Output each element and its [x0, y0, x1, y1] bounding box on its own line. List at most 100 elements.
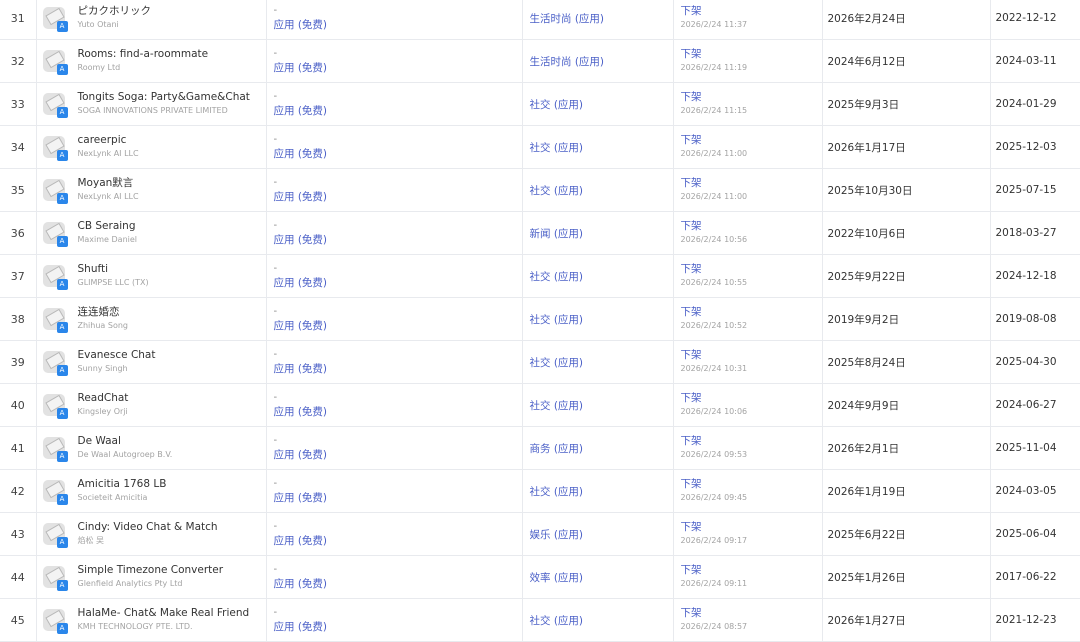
app-name-link[interactable]: ReadChat [78, 391, 129, 405]
category-link[interactable]: 效率 (应用) [523, 570, 673, 585]
status-link[interactable]: 下架 [681, 4, 822, 18]
app-cell[interactable]: A HalaMe- Chat& Make Real Friend KMH TEC… [36, 599, 266, 642]
category-link[interactable]: 社交 (应用) [523, 183, 673, 198]
app-name-link[interactable]: Simple Timezone Converter [78, 563, 224, 577]
status-link[interactable]: 下架 [681, 305, 822, 319]
updated-date: 2025-04-30 [991, 356, 1080, 368]
price-link[interactable]: 应用 (免费) [274, 147, 522, 161]
status-time: 2026/2/24 09:45 [681, 491, 822, 505]
app-cell[interactable]: A De Waal De Waal Autogroep B.V. [36, 427, 266, 470]
app-name-link[interactable]: ピカクホリック [78, 4, 152, 18]
updated-date: 2024-12-18 [991, 270, 1080, 282]
developer-name: Zhihua Song [78, 319, 128, 333]
price-link[interactable]: 应用 (免费) [274, 61, 522, 75]
category-link[interactable]: 社交 (应用) [523, 312, 673, 327]
app-cell[interactable]: A careerpic NexLynk AI LLC [36, 126, 266, 169]
price-link[interactable]: 应用 (免费) [274, 319, 522, 333]
status-link[interactable]: 下架 [681, 176, 822, 190]
category-link[interactable]: 社交 (应用) [523, 97, 673, 112]
rank: 38 [11, 313, 25, 326]
price-link[interactable]: 应用 (免费) [274, 620, 522, 634]
status-link[interactable]: 下架 [681, 391, 822, 405]
status-link[interactable]: 下架 [681, 133, 822, 147]
category-link[interactable]: 社交 (应用) [523, 613, 673, 628]
status-link[interactable]: 下架 [681, 47, 822, 61]
app-store-icon: A [57, 623, 68, 634]
status-link[interactable]: 下架 [681, 606, 822, 620]
app-name-link[interactable]: careerpic [78, 133, 139, 147]
app-cell[interactable]: A CB Seraing Maxime Daniel [36, 212, 266, 255]
category-cell: 娱乐 (应用) [522, 513, 673, 556]
app-name-link[interactable]: Amicitia 1768 LB [78, 477, 167, 491]
app-store-icon: A [57, 494, 68, 505]
status-link[interactable]: 下架 [681, 219, 822, 233]
category-link[interactable]: 商务 (应用) [523, 441, 673, 456]
price-link[interactable]: 应用 (免费) [274, 448, 522, 462]
category-link[interactable]: 社交 (应用) [523, 398, 673, 413]
category-link[interactable]: 社交 (应用) [523, 355, 673, 370]
price-link[interactable]: 应用 (免费) [274, 18, 522, 32]
app-cell[interactable]: A Simple Timezone Converter Glenfield An… [36, 556, 266, 599]
app-store-icon: A [57, 193, 68, 204]
price-link[interactable]: 应用 (免费) [274, 276, 522, 290]
app-name-link[interactable]: CB Seraing [78, 219, 138, 233]
app-cell[interactable]: A ReadChat Kingsley Orji [36, 384, 266, 427]
rank: 31 [11, 12, 25, 25]
table-row: 32 A Rooms: find-a-roommate Roomy Ltd - … [0, 40, 1080, 83]
app-cell[interactable]: A ピカクホリック Yuto Otani [36, 0, 266, 40]
placeholder-image-icon: A [43, 265, 65, 287]
price-placeholder: - [274, 219, 522, 233]
price-link[interactable]: 应用 (免费) [274, 104, 522, 118]
status-link[interactable]: 下架 [681, 477, 822, 491]
price-cell: - 应用 (免费) [266, 83, 522, 126]
table-row: 42 A Amicitia 1768 LB Societeit Amicitia… [0, 470, 1080, 513]
status-link[interactable]: 下架 [681, 348, 822, 362]
price-link[interactable]: 应用 (免费) [274, 190, 522, 204]
app-cell[interactable]: A Tongits Soga: Party&Game&Chat SOGA INN… [36, 83, 266, 126]
status-link[interactable]: 下架 [681, 434, 822, 448]
app-name-link[interactable]: Rooms: find-a-roommate [78, 47, 209, 61]
price-link[interactable]: 应用 (免费) [274, 534, 522, 548]
status-time: 2026/2/24 11:00 [681, 190, 822, 204]
app-name-link[interactable]: Cindy: Video Chat & Match [78, 520, 218, 534]
category-link[interactable]: 社交 (应用) [523, 140, 673, 155]
app-name-link[interactable]: Tongits Soga: Party&Game&Chat [78, 90, 250, 104]
app-cell[interactable]: A Cindy: Video Chat & Match 焰松 吴 [36, 513, 266, 556]
price-link[interactable]: 应用 (免费) [274, 577, 522, 591]
status-link[interactable]: 下架 [681, 563, 822, 577]
category-cell: 效率 (应用) [522, 556, 673, 599]
category-link[interactable]: 生活时尚 (应用) [523, 54, 673, 69]
app-name-link[interactable]: HalaMe- Chat& Make Real Friend [78, 606, 250, 620]
category-link[interactable]: 社交 (应用) [523, 269, 673, 284]
price-link[interactable]: 应用 (免费) [274, 405, 522, 419]
app-cell[interactable]: A Moyan默言 NexLynk AI LLC [36, 169, 266, 212]
status-cell: 下架 2026/2/24 09:11 [673, 556, 822, 599]
app-name-link[interactable]: Evanesce Chat [78, 348, 156, 362]
price-link[interactable]: 应用 (免费) [274, 362, 522, 376]
category-link[interactable]: 生活时尚 (应用) [523, 11, 673, 26]
category-link[interactable]: 社交 (应用) [523, 484, 673, 499]
price-link[interactable]: 应用 (免费) [274, 491, 522, 505]
rank: 43 [11, 528, 25, 541]
app-cell[interactable]: A Amicitia 1768 LB Societeit Amicitia [36, 470, 266, 513]
updated-date: 2021-12-23 [991, 614, 1080, 626]
app-cell[interactable]: A Evanesce Chat Sunny Singh [36, 341, 266, 384]
app-name-link[interactable]: De Waal [78, 434, 173, 448]
category-link[interactable]: 新闻 (应用) [523, 226, 673, 241]
app-name-link[interactable]: Shufti [78, 262, 149, 276]
table-row: 40 A ReadChat Kingsley Orji - 应用 (免费) 社交… [0, 384, 1080, 427]
app-cell[interactable]: A Shufti GLIMPSE LLC (TX) [36, 255, 266, 298]
rank-cell: 39 [0, 341, 36, 384]
app-name-link[interactable]: Moyan默言 [78, 176, 139, 190]
status-link[interactable]: 下架 [681, 262, 822, 276]
developer-name: 焰松 吴 [78, 534, 218, 548]
status-link[interactable]: 下架 [681, 520, 822, 534]
status-cell: 下架 2026/2/24 11:19 [673, 40, 822, 83]
app-cell[interactable]: A Rooms: find-a-roommate Roomy Ltd [36, 40, 266, 83]
category-link[interactable]: 娱乐 (应用) [523, 527, 673, 542]
category-cell: 生活时尚 (应用) [522, 0, 673, 40]
app-cell[interactable]: A 连连婚恋 Zhihua Song [36, 298, 266, 341]
status-link[interactable]: 下架 [681, 90, 822, 104]
app-name-link[interactable]: 连连婚恋 [78, 305, 128, 319]
price-link[interactable]: 应用 (免费) [274, 233, 522, 247]
